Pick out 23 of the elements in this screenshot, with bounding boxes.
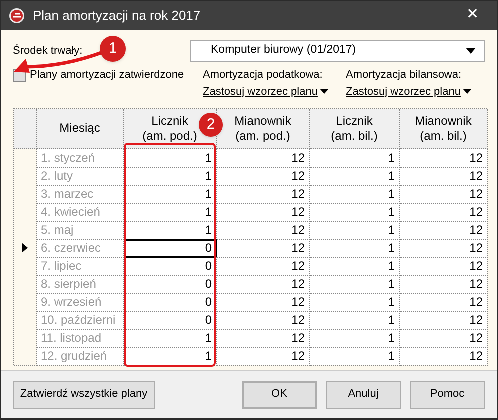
table-cell: 12 bbox=[217, 347, 310, 366]
table-cell: 12 bbox=[400, 347, 488, 366]
template-link[interactable]: Zastosuj wzorzec planu bbox=[203, 84, 346, 100]
table-cell: 1 bbox=[124, 347, 217, 366]
caret-icon bbox=[462, 89, 472, 94]
dialog-button[interactable]: Anuluj bbox=[326, 380, 401, 408]
table-cell: 12. grudzień bbox=[37, 347, 124, 366]
caret-icon bbox=[466, 48, 476, 54]
dialog-button[interactable]: Zatwierdź wszystkie plany bbox=[13, 380, 155, 408]
window-title: Plan amortyzacji na rok 2017 bbox=[33, 6, 202, 25]
section-label: Amortyzacja bilansowa: bbox=[346, 68, 463, 83]
asset-label: Środek trwały: bbox=[13, 43, 83, 59]
close-button[interactable]: ✕ bbox=[457, 4, 489, 27]
asset-dropdown[interactable]: Komputer biurowy (01/2017) bbox=[190, 40, 485, 62]
dialog-button[interactable]: OK bbox=[242, 380, 317, 408]
template-link[interactable]: Zastosuj wzorzec planu bbox=[346, 84, 472, 100]
caret-icon bbox=[320, 89, 329, 94]
dialog-button[interactable]: Pomoc bbox=[410, 380, 485, 408]
section-label: Amortyzacja podatkowa: bbox=[203, 68, 324, 83]
current-row-icon bbox=[22, 243, 28, 253]
table-cell: 1 bbox=[310, 347, 400, 366]
table-cell: 0 bbox=[124, 239, 217, 258]
app-logo-icon bbox=[9, 8, 25, 24]
